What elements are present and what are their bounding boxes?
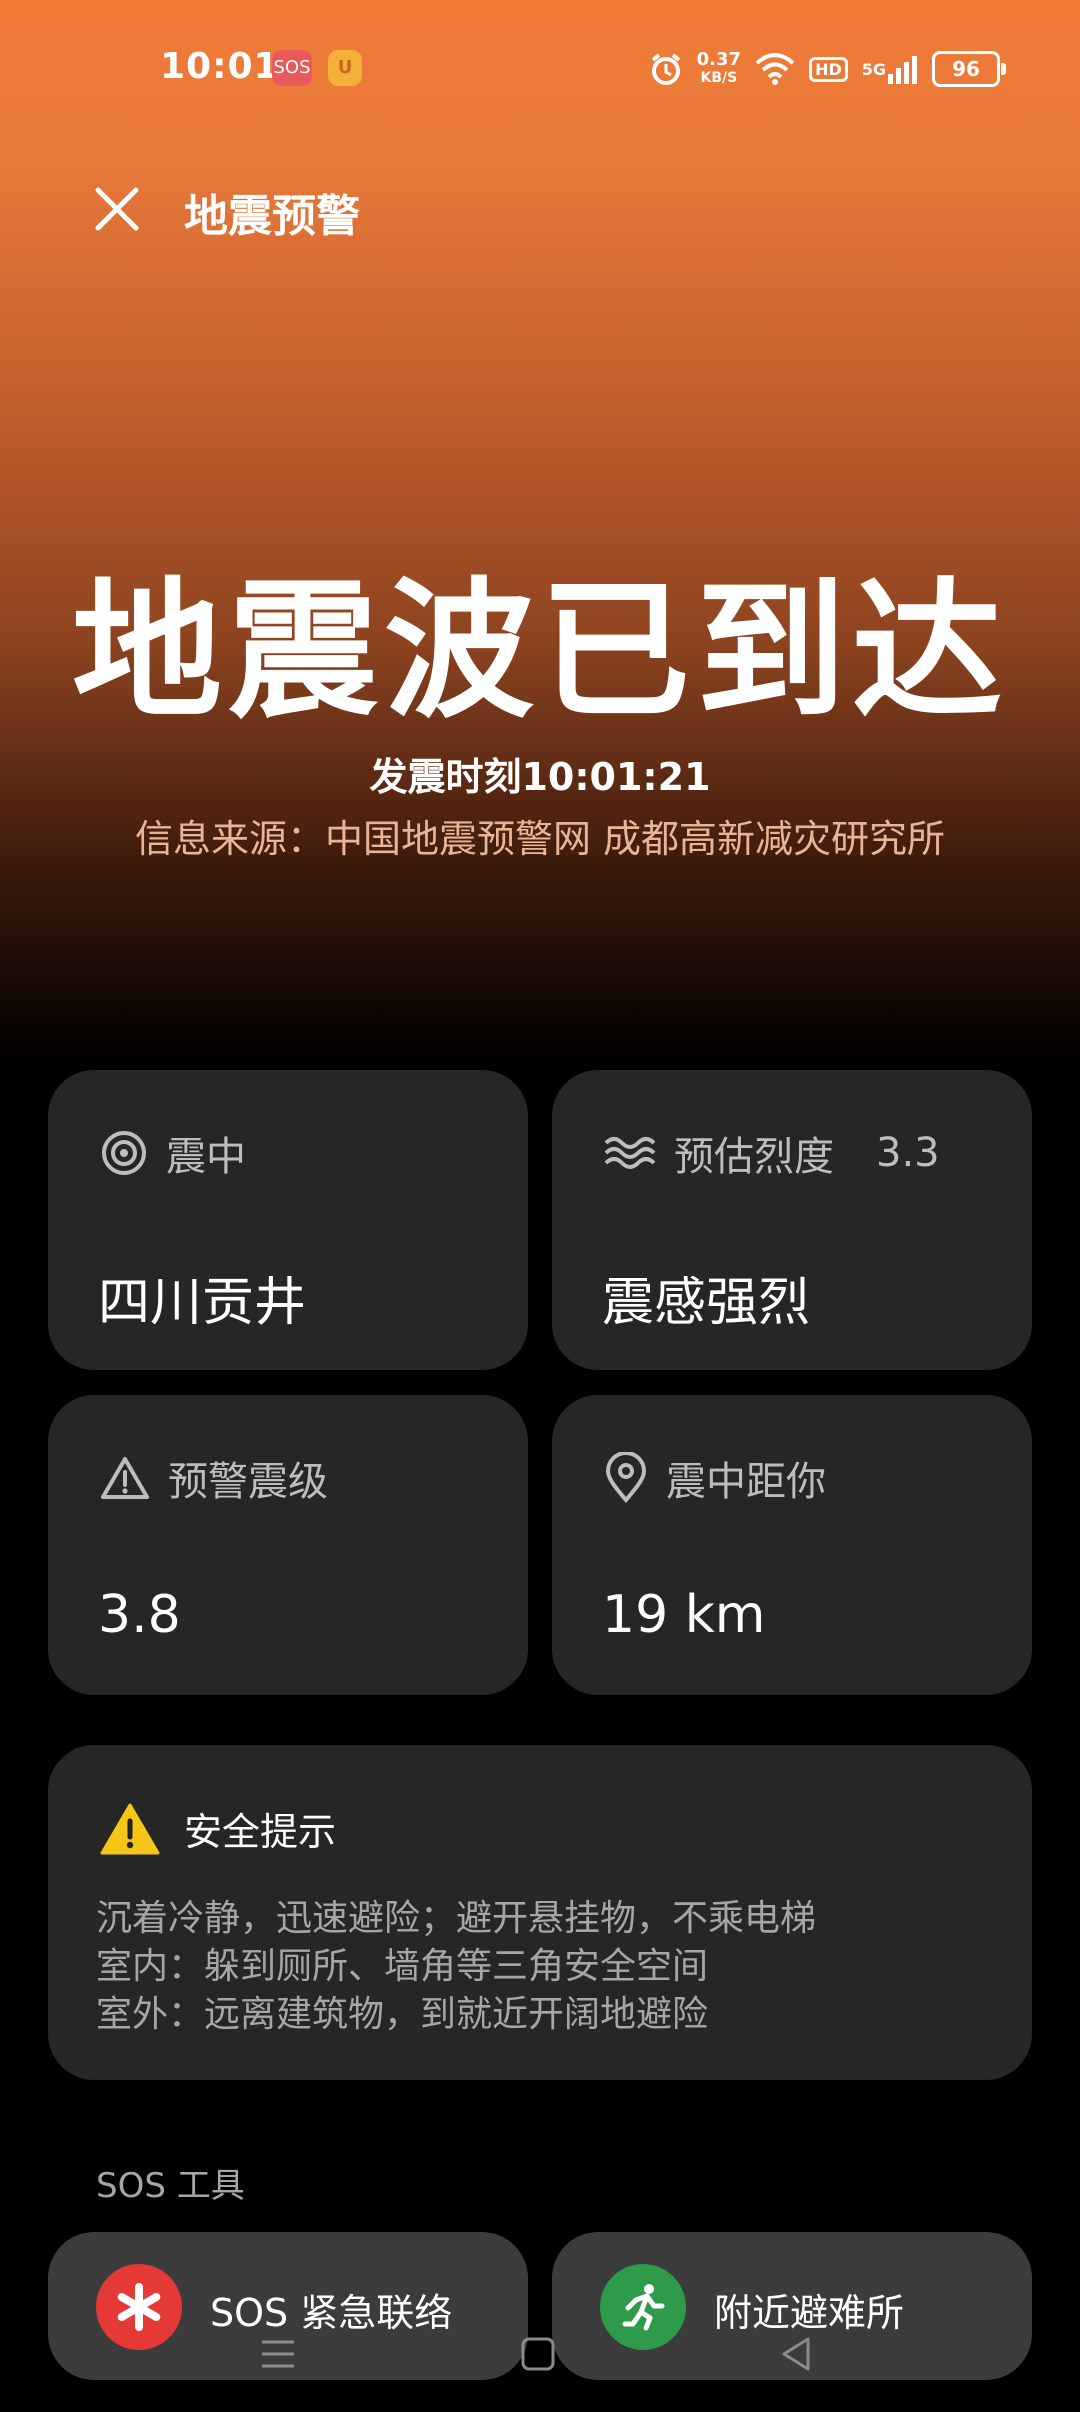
- intensity-label: 预估烈度: [674, 1134, 834, 1180]
- app-notification-icon: U: [328, 50, 362, 86]
- waves-icon: [604, 1137, 656, 1169]
- magnitude-label: 预警震级: [168, 1459, 328, 1505]
- intensity-label-row: 预估烈度 3.3: [604, 1124, 940, 1182]
- wifi-icon: [755, 53, 795, 85]
- distance-value: 19 km: [602, 1585, 766, 1645]
- close-button[interactable]: [92, 184, 142, 234]
- epicenter-label: 震中: [166, 1134, 246, 1180]
- network-speed: 0.37 KB/S: [697, 51, 741, 87]
- sos-tools-header: SOS 工具: [96, 2166, 245, 2206]
- distance-label: 震中距你: [666, 1459, 826, 1505]
- location-pin-icon: [605, 1452, 647, 1504]
- cellular-signal-icon: 5G: [862, 54, 918, 84]
- nav-menu-button[interactable]: [258, 2334, 298, 2378]
- back-triangle-icon: [782, 2337, 810, 2371]
- intensity-number: 3.3: [876, 1130, 940, 1176]
- network-speed-unit: KB/S: [700, 70, 738, 86]
- safety-title-row: 安全提示: [100, 1801, 336, 1856]
- magnitude-label-row: 预警震级: [100, 1449, 328, 1507]
- page-title: 地震预警: [184, 191, 360, 242]
- system-nav-bar: [0, 2312, 1080, 2412]
- quake-time: 发震时刻10:01:21: [369, 755, 711, 799]
- safety-tips-card: 安全提示 沉着冷静，迅速避险；避开悬挂物，不乘电梯 室内：躲到厕所、墙角等三角安…: [48, 1745, 1032, 2080]
- intensity-value: 震感强烈: [602, 1273, 811, 1333]
- epicenter-label-row: 震中: [100, 1124, 246, 1182]
- safety-line: 沉着冷静，迅速避险；避开悬挂物，不乘电梯: [96, 1898, 817, 1939]
- nav-home-button[interactable]: [518, 2334, 558, 2378]
- warning-triangle-icon: [101, 1457, 149, 1499]
- epicenter-card: 震中 四川贡井: [48, 1070, 528, 1370]
- epicenter-value: 四川贡井: [98, 1273, 307, 1333]
- status-time: 10:01: [160, 46, 280, 87]
- target-icon: [102, 1131, 146, 1175]
- magnitude-card: 预警震级 3.8: [48, 1395, 528, 1695]
- menu-icon: [262, 2340, 294, 2368]
- nav-back-button[interactable]: [776, 2334, 816, 2378]
- status-bar: 10:01 SOS U 0.37 KB/S HD 5G 96: [0, 0, 1080, 140]
- safety-lines: 沉着冷静，迅速避险；避开悬挂物，不乘电梯 室内：躲到厕所、墙角等三角安全空间 室…: [96, 1895, 816, 2039]
- status-icons: 0.37 KB/S HD 5G 96: [649, 44, 1006, 94]
- info-source: 信息来源：中国地震预警网 成都高新减灾研究所: [134, 817, 946, 861]
- safety-line: 室内：躲到厕所、墙角等三角安全空间: [96, 1946, 709, 1987]
- hd-voice-icon: HD: [809, 56, 848, 82]
- distance-label-row: 震中距你: [604, 1449, 826, 1507]
- alert-headline: 地震波已到达: [71, 565, 1008, 739]
- distance-card: 震中距你 19 km: [552, 1395, 1032, 1695]
- warning-icon: [100, 1803, 160, 1854]
- intensity-card: 预估烈度 3.3 震感强烈: [552, 1070, 1032, 1370]
- network-speed-value: 0.37: [696, 49, 742, 70]
- safety-line: 室外：远离建筑物，到就近开阔地避险: [96, 1994, 709, 2035]
- network-type: 5G: [861, 59, 886, 79]
- battery-icon: 96: [932, 51, 1006, 87]
- home-square-icon: [521, 2337, 555, 2371]
- alarm-icon: [649, 52, 683, 86]
- sos-status-badge: SOS: [272, 50, 312, 86]
- safety-title: 安全提示: [184, 1810, 337, 1854]
- magnitude-value: 3.8: [98, 1585, 181, 1645]
- close-icon: [95, 187, 139, 231]
